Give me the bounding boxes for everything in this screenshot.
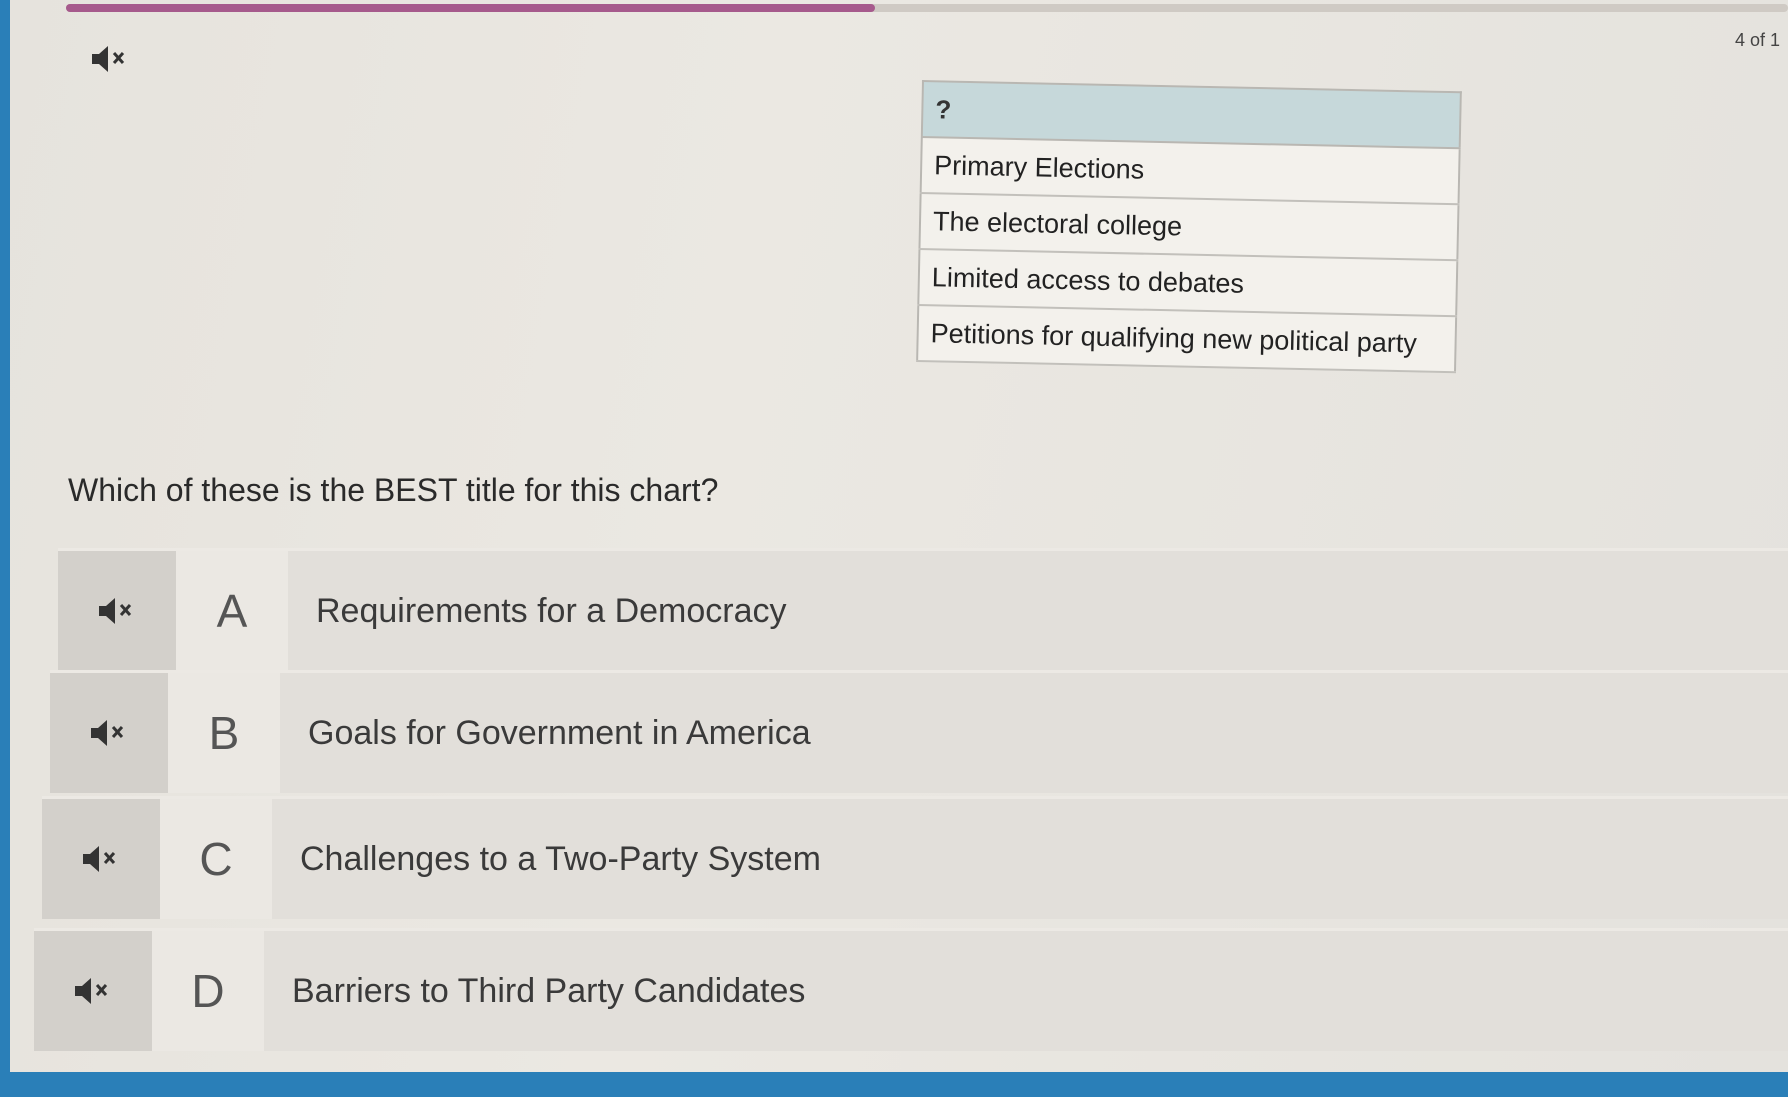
answer-option-c[interactable]: C Challenges to a Two-Party System [42, 796, 1788, 919]
option-audio-button[interactable] [42, 799, 160, 919]
option-text: Challenges to a Two-Party System [300, 839, 821, 878]
mute-speaker-icon [75, 978, 108, 1004]
option-letter: B [168, 673, 280, 793]
option-audio-button[interactable] [50, 673, 168, 793]
option-text: Barriers to Third Party Candidates [292, 971, 806, 1010]
quiz-screen: 4 of 1 ? Primary Elections The electoral… [10, 0, 1788, 1072]
mute-speaker-icon[interactable] [90, 44, 130, 74]
option-letter: D [152, 931, 264, 1051]
option-audio-button[interactable] [34, 931, 152, 1051]
answer-option-d[interactable]: D Barriers to Third Party Candidates [34, 928, 1788, 1051]
mute-speaker-icon [99, 598, 132, 624]
question-text: Which of these is the BEST title for thi… [68, 472, 719, 508]
chart-table: ? Primary Elections The electoral colleg… [916, 80, 1462, 374]
question-counter: 4 of 1 [1734, 30, 1780, 50]
option-audio-button[interactable] [58, 551, 176, 671]
answer-option-a[interactable]: A Requirements for a Democracy [58, 548, 1788, 671]
option-letter: A [176, 551, 288, 671]
progress-fill [66, 4, 876, 12]
option-text: Goals for Government in America [308, 713, 811, 752]
option-letter: C [160, 799, 272, 919]
answer-option-b[interactable]: B Goals for Government in America [50, 670, 1788, 793]
progress-bar [66, 4, 1788, 12]
mute-speaker-icon [91, 720, 124, 746]
option-text: Requirements for a Democracy [316, 591, 787, 630]
mute-speaker-icon [83, 846, 116, 872]
chart-row: Petitions for qualifying new political p… [917, 304, 1457, 373]
